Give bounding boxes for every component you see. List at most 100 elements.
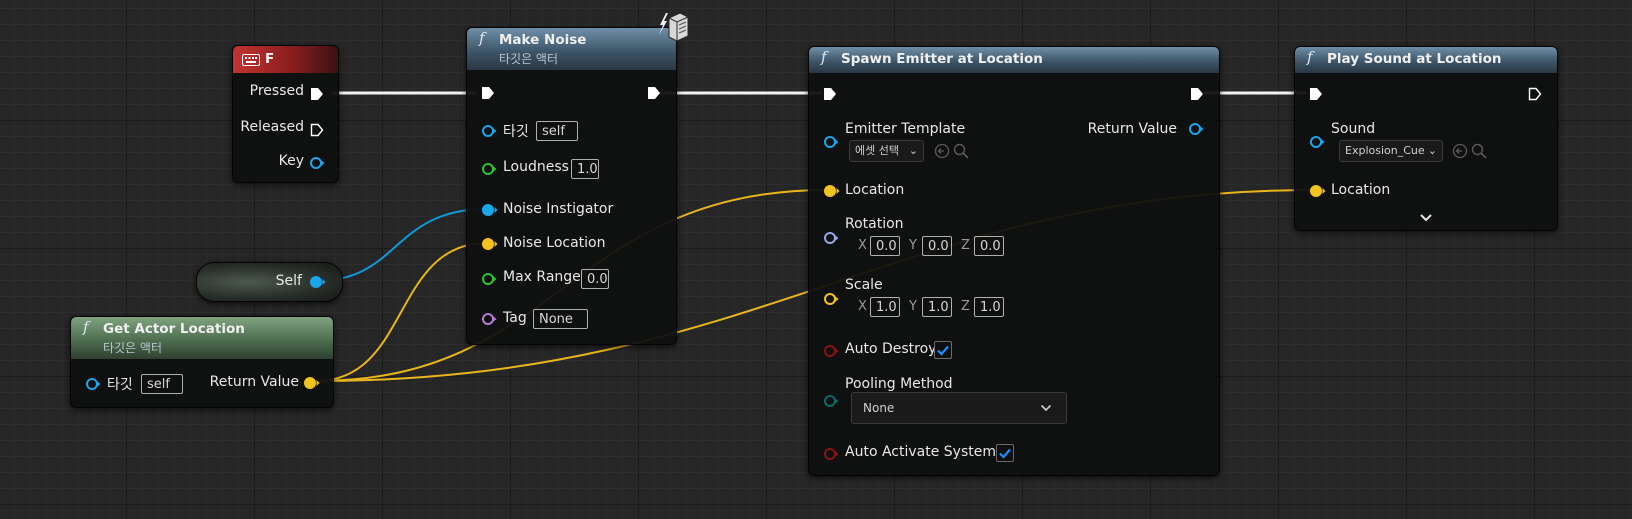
node-title: Make Noise (499, 32, 587, 48)
key-label: Key (278, 153, 304, 169)
max-range-float-pin[interactable] (481, 272, 497, 286)
exec-out-pin[interactable] (1190, 87, 1204, 101)
loudness-float-pin[interactable] (481, 162, 497, 176)
node-title: Get Actor Location (103, 321, 245, 337)
noise-instigator-object-pin[interactable] (480, 202, 498, 218)
rotation-rotator-pin[interactable] (823, 231, 839, 245)
rotation-y-axis-label: Y (909, 238, 917, 253)
sound-asset-dropdown[interactable]: Explosion_Cue ⌄ (1339, 140, 1443, 162)
loudness-field[interactable]: 1.0 (571, 159, 599, 179)
browse-asset-search-icon[interactable] (1471, 143, 1487, 159)
rotation-x-field[interactable]: 0.0 (870, 236, 900, 256)
exec-out-pin[interactable] (1528, 87, 1542, 101)
checkmark-icon (999, 448, 1011, 459)
loudness-label: Loudness (503, 159, 569, 175)
auto-activate-checkbox[interactable] (996, 444, 1014, 462)
function-icon: f (83, 318, 89, 336)
noise-location-vector-pin[interactable] (480, 236, 498, 252)
use-selected-asset-icon[interactable] (1452, 143, 1468, 159)
auto-destroy-label: Auto Destroy (845, 341, 937, 357)
emitter-template-object-pin[interactable] (823, 135, 839, 149)
auto-activate-bool-pin[interactable] (823, 447, 839, 461)
auto-activate-label: Auto Activate System (845, 444, 996, 460)
chevron-down-icon: ⌄ (1427, 144, 1437, 157)
spawn-emitter-node[interactable]: f Spawn Emitter at Location Emitter Temp… (808, 46, 1220, 476)
exec-in-pin[interactable] (1309, 87, 1323, 101)
target-self-field[interactable]: self (536, 121, 578, 141)
self-object-pin[interactable] (308, 274, 326, 290)
scale-vector-pin[interactable] (823, 292, 839, 306)
rotation-x-axis-label: X (858, 238, 867, 253)
dropdown-value: 에셋 선택 (855, 144, 899, 157)
target-object-pin[interactable] (481, 124, 497, 138)
server-icon (668, 12, 689, 42)
pooling-method-dropdown[interactable]: None (851, 392, 1067, 424)
exec-out-pin[interactable] (647, 86, 661, 100)
return-value-object-pin[interactable] (1188, 122, 1204, 136)
auto-destroy-bool-pin[interactable] (823, 344, 839, 358)
pressed-label: Pressed (249, 83, 304, 99)
sound-label: Sound (1331, 121, 1376, 137)
scale-label: Scale (845, 277, 883, 293)
rotation-z-field[interactable]: 0.0 (974, 236, 1004, 256)
emitter-template-label: Emitter Template (845, 121, 966, 137)
checkmark-icon (937, 345, 949, 356)
pooling-method-enum-pin[interactable] (823, 394, 839, 408)
keyboard-icon (242, 54, 260, 66)
node-title: Spawn Emitter at Location (841, 51, 1043, 67)
max-range-label: Max Range (503, 269, 581, 285)
released-exec-pin[interactable] (310, 123, 324, 137)
expand-advanced-chevron-icon[interactable] (1419, 213, 1433, 223)
object-wire-self-to-noise-instigator[interactable] (315, 208, 488, 282)
location-vector-pin[interactable] (1308, 183, 1326, 199)
auto-destroy-checkbox[interactable] (934, 341, 952, 359)
use-selected-asset-icon[interactable] (934, 143, 950, 159)
browse-asset-search-icon[interactable] (953, 143, 969, 159)
dropdown-value: None (863, 401, 895, 415)
location-vector-pin[interactable] (822, 183, 840, 199)
dropdown-value: Explosion_Cue (1345, 144, 1425, 157)
noise-instigator-label: Noise Instigator (503, 201, 614, 217)
node-subtitle: 타깃은 액터 (499, 52, 559, 66)
pressed-exec-pin[interactable] (310, 87, 324, 101)
key-f-event-node[interactable]: F Pressed Released Key (232, 45, 339, 183)
function-icon: f (1307, 48, 1313, 66)
return-value-label: Return Value (1087, 121, 1177, 137)
sound-object-pin[interactable] (1309, 135, 1325, 149)
vector-wire-to-noise-location[interactable] (315, 242, 488, 382)
rotation-label: Rotation (845, 216, 904, 232)
max-range-field[interactable]: 0.0 (581, 269, 609, 289)
target-self-field[interactable]: self (141, 374, 183, 394)
noise-location-label: Noise Location (503, 235, 606, 251)
play-sound-at-location-node[interactable]: f Play Sound at Location Sound Explosion… (1294, 46, 1558, 231)
node-title: F (265, 51, 275, 67)
pooling-method-label: Pooling Method (845, 376, 953, 392)
node-title: Play Sound at Location (1327, 51, 1502, 67)
emitter-template-dropdown[interactable]: 에셋 선택 ⌄ (849, 140, 924, 162)
get-actor-location-node[interactable]: f Get Actor Location 타깃은 액터 타깃 self Retu… (70, 316, 334, 408)
function-icon: f (821, 48, 827, 66)
rotation-z-axis-label: Z (961, 238, 970, 253)
exec-in-pin[interactable] (823, 87, 837, 101)
scale-z-axis-label: Z (961, 299, 970, 314)
target-label: 타깃 (503, 124, 529, 140)
return-value-label: Return Value (209, 374, 299, 390)
rotation-y-field[interactable]: 0.0 (922, 236, 952, 256)
self-node[interactable]: Self (196, 262, 343, 302)
location-label: Location (1331, 182, 1391, 198)
scale-x-axis-label: X (858, 299, 867, 314)
scale-y-field[interactable]: 1.0 (922, 297, 952, 317)
location-label: Location (845, 182, 905, 198)
target-object-pin[interactable] (85, 377, 101, 391)
make-noise-node[interactable]: f Make Noise 타깃은 액터 타깃 self Loudness 1.0… (466, 27, 677, 345)
tag-name-pin[interactable] (481, 312, 497, 326)
tag-label: Tag (503, 310, 527, 326)
tag-field[interactable]: None (533, 309, 588, 329)
scale-x-field[interactable]: 1.0 (870, 297, 900, 317)
exec-in-pin[interactable] (481, 86, 495, 100)
target-label: 타깃 (107, 377, 133, 393)
scale-z-field[interactable]: 1.0 (974, 297, 1004, 317)
chevron-down-icon (1040, 404, 1052, 412)
return-value-vector-pin[interactable] (302, 375, 320, 391)
key-struct-pin[interactable] (309, 156, 325, 170)
